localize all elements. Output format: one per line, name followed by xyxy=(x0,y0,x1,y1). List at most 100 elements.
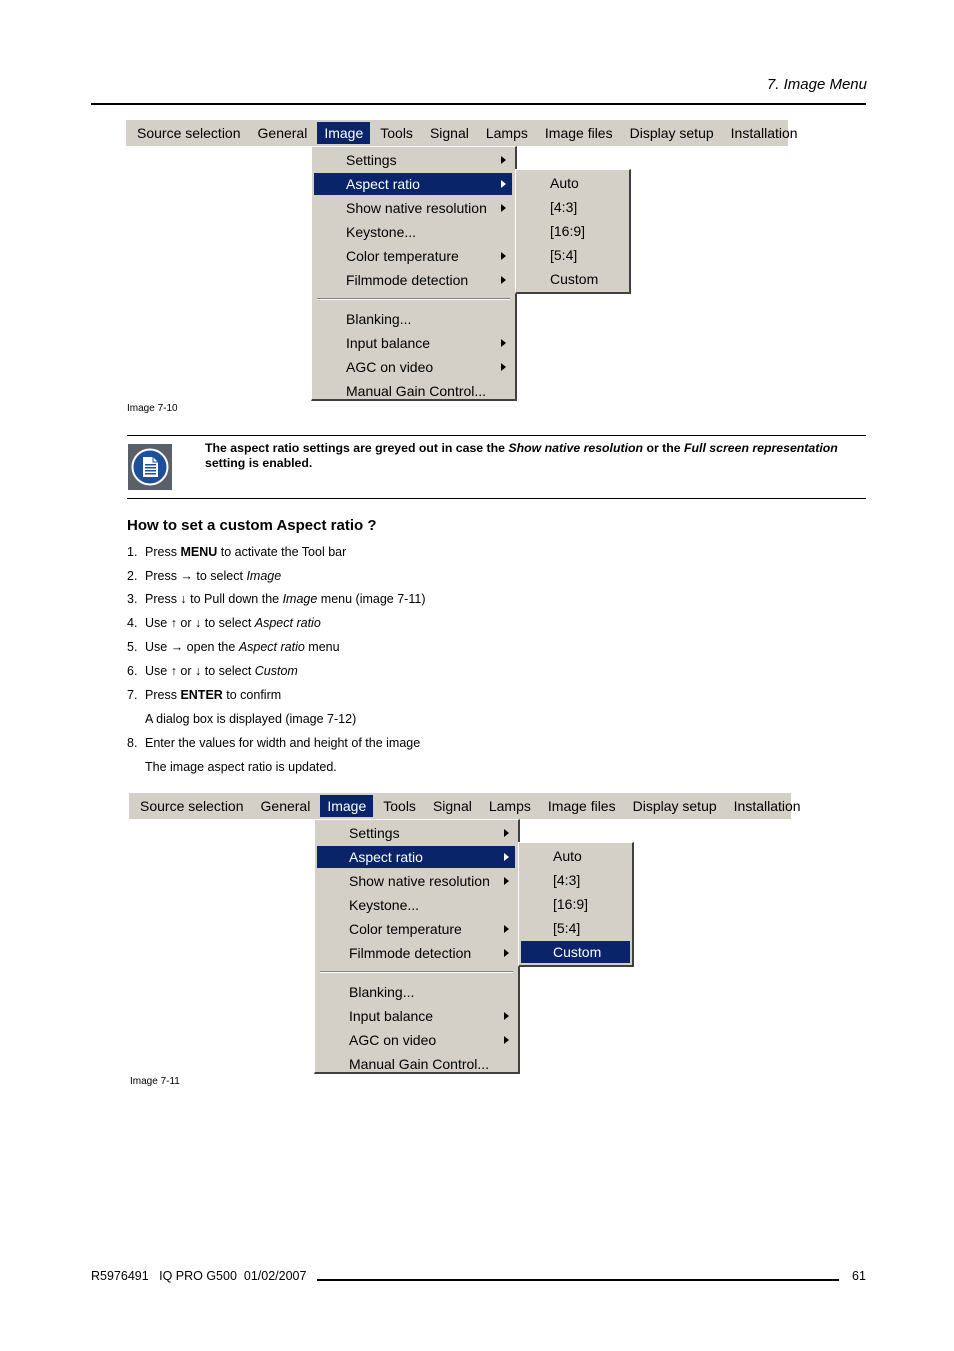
menu-item-label: Manual Gain Control... xyxy=(349,1056,490,1072)
menu-item-aspect-ratio[interactable]: Aspect ratio xyxy=(317,846,515,868)
step-text: Use ↑ or ↓ to select xyxy=(145,664,255,678)
submenu-arrow-icon xyxy=(501,180,506,188)
submenu-arrow-icon xyxy=(501,156,506,164)
menu-item-settings[interactable]: Settings xyxy=(317,822,515,844)
menu-display-setup[interactable]: Display setup xyxy=(623,122,721,144)
section-title: How to set a custom Aspect ratio ? xyxy=(127,517,377,534)
footer-rule xyxy=(317,1279,839,1281)
aspect-option-16-9[interactable]: [16:9] xyxy=(521,893,630,915)
step-key: MENU xyxy=(180,545,218,559)
menu-display-setup[interactable]: Display setup xyxy=(626,795,724,817)
submenu-arrow-icon xyxy=(501,339,506,347)
menu-installation[interactable]: Installation xyxy=(727,795,808,817)
menu-item-label: Filmmode detection xyxy=(349,945,472,961)
menu-item-keystone[interactable]: Keystone... xyxy=(317,894,515,916)
aspect-option-4-3[interactable]: [4:3] xyxy=(518,196,627,218)
menu-item-label: Color temperature xyxy=(349,921,462,937)
menu-screenshot-2: Source selection General Image Tools Signal L… xyxy=(129,793,801,1077)
step-item: 6. Use ↑ or ↓ to select Custom xyxy=(127,664,298,678)
menu-item-input-balance[interactable]: Input balance xyxy=(314,332,512,354)
image-dropdown-menu: Settings Aspect ratio Show native resoluti… xyxy=(314,819,520,1074)
menu-separator xyxy=(317,298,510,300)
step-number: 8. xyxy=(127,736,138,750)
step-emphasis: Aspect ratio xyxy=(238,640,305,654)
menu-item-manual-gain-control[interactable]: Manual Gain Control... xyxy=(314,380,512,402)
aspect-option-auto[interactable]: Auto xyxy=(518,172,627,194)
menu-item-settings[interactable]: Settings xyxy=(314,149,512,171)
menu-item-color-temperature[interactable]: Color temperature xyxy=(317,918,515,940)
submenu-arrow-icon xyxy=(501,204,506,212)
aspect-option-auto[interactable]: Auto xyxy=(521,845,630,867)
menu-signal[interactable]: Signal xyxy=(426,795,479,817)
step-text: to activate the Tool bar xyxy=(217,545,347,559)
note-text-part: or the xyxy=(643,441,685,455)
menu-item-label: Keystone... xyxy=(349,897,420,913)
aspect-option-5-4[interactable]: [5:4] xyxy=(518,244,627,266)
menu-item-color-temperature[interactable]: Color temperature xyxy=(314,245,512,267)
step-number: 2. xyxy=(127,569,138,583)
step-text: Press xyxy=(145,688,181,702)
aspect-ratio-submenu: Auto [4:3] [16:9] [5:4] Custom xyxy=(518,842,634,967)
menu-image[interactable]: Image xyxy=(320,795,374,817)
menu-installation[interactable]: Installation xyxy=(724,122,805,144)
menu-signal[interactable]: Signal xyxy=(423,122,476,144)
menu-item-label: Aspect ratio xyxy=(349,849,423,865)
menu-image-files[interactable]: Image files xyxy=(538,122,620,144)
menu-item-show-native-resolution[interactable]: Show native resolution xyxy=(317,870,515,892)
menu-item-label: AGC on video xyxy=(349,1032,437,1048)
menu-item-label: Settings xyxy=(346,152,397,168)
menubar: Source selection General Image Tools Signal L… xyxy=(126,120,798,146)
menu-item-show-native-resolution[interactable]: Show native resolution xyxy=(314,197,512,219)
menu-item-label: Aspect ratio xyxy=(346,176,420,192)
menu-item-filmmode-detection[interactable]: Filmmode detection xyxy=(314,269,512,291)
menu-item-blanking[interactable]: Blanking... xyxy=(314,308,512,330)
step-emphasis: Image xyxy=(282,592,318,606)
menu-item-manual-gain-control[interactable]: Manual Gain Control... xyxy=(317,1053,515,1075)
aspect-option-custom[interactable]: Custom xyxy=(518,268,627,290)
menu-image[interactable]: Image xyxy=(317,122,371,144)
step-emphasis: Custom xyxy=(254,664,298,678)
menu-general[interactable]: General xyxy=(251,122,315,144)
submenu-arrow-icon xyxy=(504,853,509,861)
menu-item-input-balance[interactable]: Input balance xyxy=(317,1005,515,1027)
aspect-ratio-submenu: Auto [4:3] [16:9] [5:4] Custom xyxy=(515,169,631,294)
menu-item-blanking[interactable]: Blanking... xyxy=(317,981,515,1003)
menu-item-agc-on-video[interactable]: AGC on video xyxy=(317,1029,515,1051)
submenu-arrow-icon xyxy=(504,925,509,933)
step-number: 5. xyxy=(127,640,138,654)
step-text: Press → to select xyxy=(145,569,247,583)
step-key: ENTER xyxy=(180,688,223,702)
menu-item-aspect-ratio[interactable]: Aspect ratio xyxy=(314,173,512,195)
step-text: Use ↑ or ↓ to select xyxy=(145,616,255,630)
menu-separator xyxy=(320,971,513,973)
step-emphasis: Image xyxy=(246,569,282,583)
step-number: 4. xyxy=(127,616,138,630)
menu-item-keystone[interactable]: Keystone... xyxy=(314,221,512,243)
menu-tools[interactable]: Tools xyxy=(373,122,420,144)
submenu-arrow-icon xyxy=(501,363,506,371)
step-item: 8. Enter the values for width and height … xyxy=(127,736,420,750)
menubar: Source selection General Image Tools Signal L… xyxy=(129,793,801,819)
menu-item-filmmode-detection[interactable]: Filmmode detection xyxy=(317,942,515,964)
step-item: 1. Press MENU to activate the Tool bar xyxy=(127,545,346,559)
chapter-title: 7. Image Menu xyxy=(766,76,867,93)
step-note: The image aspect ratio is updated. xyxy=(145,760,337,774)
menu-general[interactable]: General xyxy=(254,795,318,817)
aspect-option-4-3[interactable]: [4:3] xyxy=(521,869,630,891)
menu-source-selection[interactable]: Source selection xyxy=(133,795,251,817)
menu-item-agc-on-video[interactable]: AGC on video xyxy=(314,356,512,378)
aspect-option-5-4[interactable]: [5:4] xyxy=(521,917,630,939)
menu-item-label: AGC on video xyxy=(346,359,434,375)
step-text: Use → open the xyxy=(145,640,239,654)
submenu-arrow-icon xyxy=(504,949,509,957)
menu-lamps[interactable]: Lamps xyxy=(479,122,535,144)
aspect-option-16-9[interactable]: [16:9] xyxy=(518,220,627,242)
aspect-option-custom[interactable]: Custom xyxy=(521,941,630,963)
menu-source-selection[interactable]: Source selection xyxy=(130,122,248,144)
step-item: 3. Press ↓ to Pull down the Image menu (i… xyxy=(127,592,425,606)
menu-item-label: Input balance xyxy=(349,1008,434,1024)
menu-image-files[interactable]: Image files xyxy=(541,795,623,817)
menu-lamps[interactable]: Lamps xyxy=(482,795,538,817)
menu-tools[interactable]: Tools xyxy=(376,795,423,817)
figure-caption-1: Image 7-10 xyxy=(127,403,178,414)
